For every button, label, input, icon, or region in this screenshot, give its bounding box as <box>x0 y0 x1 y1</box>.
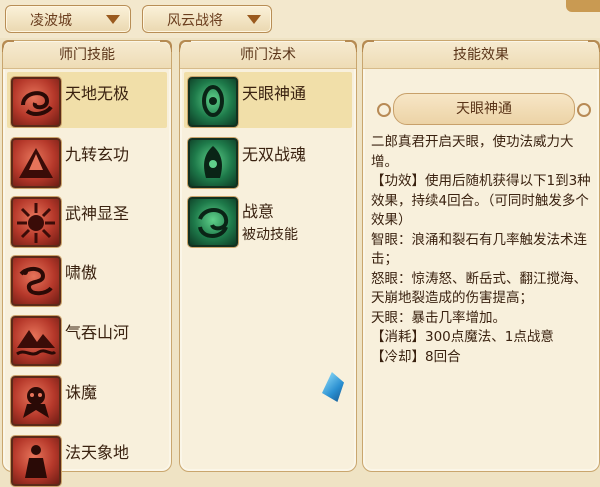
scroll-ornament <box>377 103 391 117</box>
skill-effect-title: 技能效果 <box>363 42 599 69</box>
spell-item-tianyan[interactable]: 天眼神通 <box>184 72 352 128</box>
spell-item-label: 天眼神通 <box>242 84 307 103</box>
top-bar: 凌波城 风云战将 <box>0 0 600 38</box>
skill-item-xiaoao[interactable]: 啸傲 <box>7 251 167 307</box>
description-line: 怒眼：惊涛怒、断岳式、翻江搅海、天崩地裂造成的伤害提高； <box>371 270 587 307</box>
vortex-green-icon <box>188 197 238 247</box>
spell-item-sublabel: 被动技能 <box>242 227 298 243</box>
school-skills-panel: 师门技能 天地无极 九转玄功 武神显圣 啸傲 气吞山河 诛魔 法天象地 <box>2 40 172 486</box>
description-line: 天眼：暴击几率增加。 <box>371 309 506 326</box>
burst-red-icon <box>11 197 61 247</box>
skill-item-label: 天地无极 <box>65 84 130 103</box>
spell-item-label: 无双战魂 <box>242 145 307 164</box>
school-spells-title: 师门法术 <box>180 42 356 69</box>
scroll-ornament <box>577 103 591 117</box>
chevron-down-icon <box>106 15 120 24</box>
demon-red-icon <box>11 376 61 426</box>
role-dropdown[interactable]: 风云战将 <box>142 5 272 33</box>
eye-green-icon <box>188 77 238 127</box>
spirit-green-icon <box>188 138 238 188</box>
description-line: 【冷却】8回合 <box>371 348 461 365</box>
description-line: 【功效】使用后随机获得以下1到3种效果，持续4回合。（可同时触发多个效果） <box>371 173 591 228</box>
skill-item-label: 武神显圣 <box>65 204 130 223</box>
skill-item-fatian[interactable]: 法天象地 <box>7 431 167 487</box>
spell-item-label: 战意 <box>242 202 275 221</box>
skill-item-wushen[interactable]: 武神显圣 <box>7 192 167 248</box>
skill-item-qitun[interactable]: 气吞山河 <box>7 311 167 367</box>
skill-name: 天眼神通 <box>456 101 512 117</box>
role-dropdown-label: 风云战将 <box>167 13 223 29</box>
corner-ornament <box>566 0 600 12</box>
skill-effect-panel: 技能效果 天眼神通 二郎真君开启天眼，使功法威力大增。 【功效】使用后随机获得以… <box>362 40 600 472</box>
skill-item-label: 气吞山河 <box>65 323 130 342</box>
skill-item-zhumo[interactable]: 诛魔 <box>7 371 167 427</box>
skill-item-label: 法天象地 <box>65 443 130 462</box>
skill-item-jiuzhuan[interactable]: 九转玄功 <box>7 133 167 189</box>
figure-red-icon <box>11 436 61 486</box>
dragon-red-icon <box>11 256 61 306</box>
description-line: 二郎真君开启天眼，使功法威力大增。 <box>371 134 574 170</box>
chevron-down-icon <box>247 15 261 24</box>
description-line: 智眼：浪涌和裂石有几率触发法术连击； <box>371 231 587 268</box>
school-skills-title: 师门技能 <box>3 42 171 69</box>
skill-item-label: 啸傲 <box>65 263 98 282</box>
mountain-red-icon <box>11 138 61 188</box>
skill-description: 二郎真君开启天眼，使功法威力大增。 【功效】使用后随机获得以下1到3种效果，持续… <box>371 133 597 367</box>
faction-dropdown-label: 凌波城 <box>30 13 72 29</box>
skill-item-label: 诛魔 <box>65 383 98 402</box>
faction-dropdown[interactable]: 凌波城 <box>5 5 131 33</box>
spell-item-zhanyi[interactable]: 战意 被动技能 <box>184 192 352 248</box>
wave-mountain-red-icon <box>11 316 61 366</box>
swirl-red-icon <box>11 77 61 127</box>
school-spells-panel: 师门法术 天眼神通 无双战魂 战意 被动技能 <box>179 40 357 472</box>
skill-item-label: 九转玄功 <box>65 145 130 164</box>
skill-item-tiandiwuji[interactable]: 天地无极 <box>7 72 167 128</box>
spell-item-wushuang[interactable]: 无双战魂 <box>184 133 352 189</box>
skill-name-banner: 天眼神通 <box>393 93 575 125</box>
description-line: 【消耗】300点魔法、1点战意 <box>371 329 554 345</box>
